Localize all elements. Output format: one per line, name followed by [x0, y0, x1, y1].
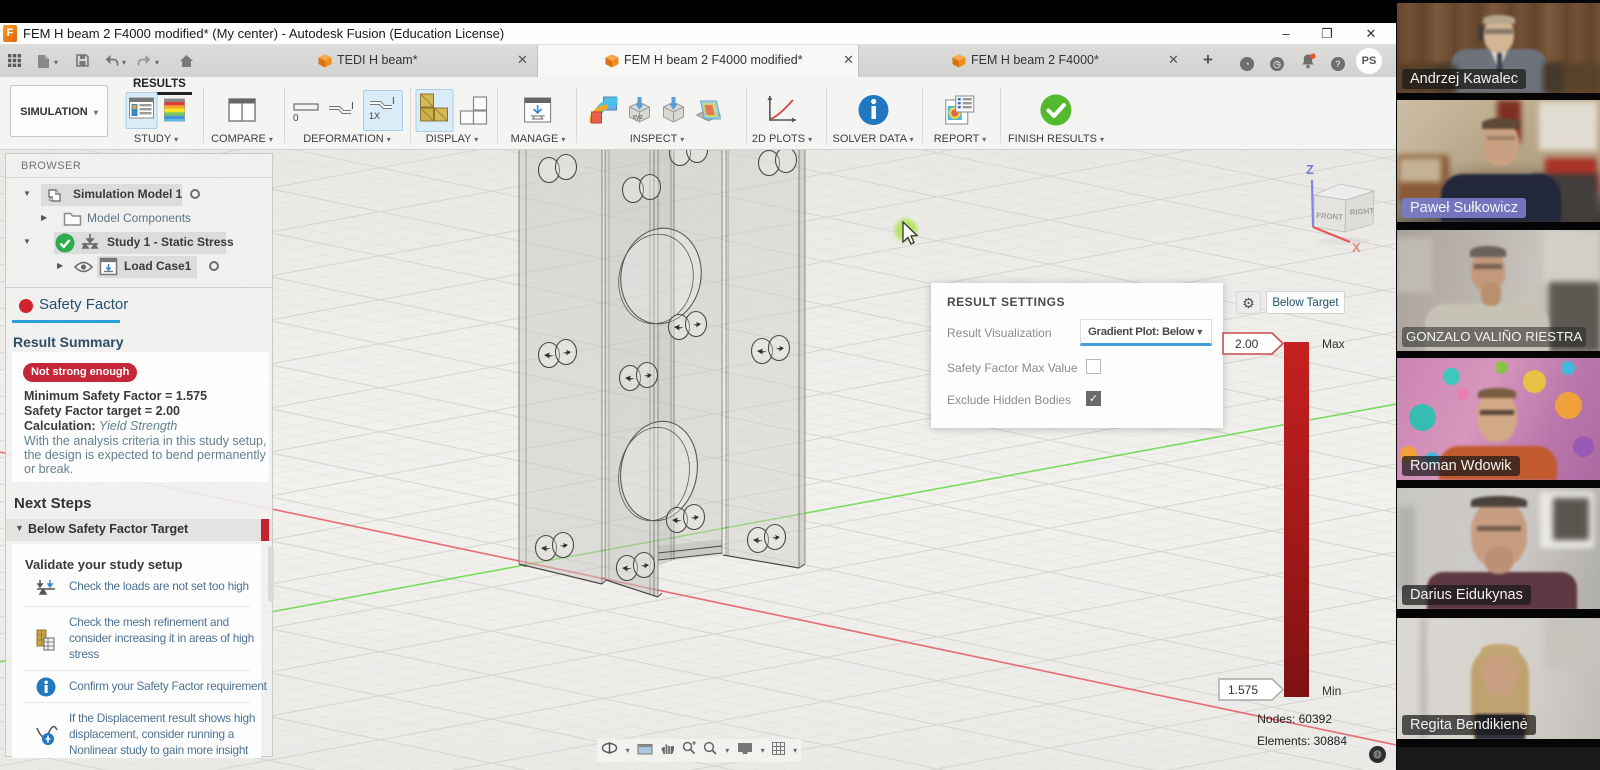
svg-text:0: 0 — [293, 113, 299, 124]
svg-text:I: I — [392, 96, 395, 107]
svg-text:1X: 1X — [369, 111, 380, 121]
svg-text:1.575: 1.575 — [1228, 683, 1258, 697]
svg-text:2.00: 2.00 — [1235, 337, 1259, 351]
svg-text:FRONT: FRONT — [1316, 211, 1344, 222]
svg-text:RIGHT: RIGHT — [1350, 206, 1375, 217]
svg-text:I: I — [351, 101, 354, 112]
svg-text:X: X — [1352, 240, 1361, 255]
svg-text:xyz: xyz — [633, 114, 644, 121]
svg-text:Z: Z — [1306, 162, 1314, 177]
